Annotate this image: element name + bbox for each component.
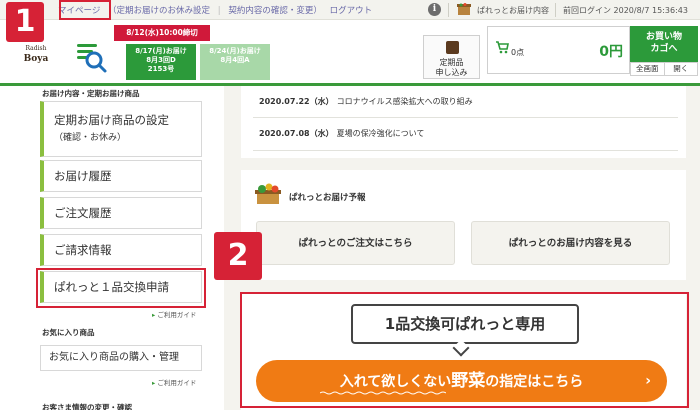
annotation-box-mypage bbox=[59, 0, 111, 20]
open-tab[interactable]: 開く bbox=[665, 63, 698, 75]
fullscreen-tab[interactable]: 全画面 bbox=[631, 63, 665, 75]
box-icon bbox=[446, 41, 459, 54]
sidebar-item-subscription-settings[interactable]: 定期お届け商品の設定 （確認・お休み） bbox=[40, 101, 202, 157]
sidebar-item-billing[interactable]: ご請求情報 bbox=[40, 234, 202, 266]
sidebar-item-favorites[interactable]: お気に入り商品の購入・管理 bbox=[40, 345, 202, 371]
guide-link-favorites[interactable]: ご利用ガイド bbox=[152, 377, 196, 387]
pallet-order-button[interactable]: ぱれっとのご注文はこちら bbox=[256, 221, 455, 265]
annotation-box-exchange bbox=[36, 268, 206, 308]
go-to-cart-button[interactable]: お買い物 カゴへ bbox=[630, 26, 698, 62]
delivery-slot-next[interactable]: 8/24(月)お届け 8月4回A bbox=[200, 44, 270, 80]
last-login: 前回ログイン 2020/8/7 15:36:43 bbox=[563, 6, 688, 15]
divider bbox=[555, 3, 556, 17]
holiday-settings-link[interactable]: （定期お届けのお休み設定 bbox=[108, 6, 210, 16]
news-item[interactable]: 2020.07.22（水） コロナウイルス感染拡大への取り組み bbox=[259, 96, 473, 107]
annotation-box-promo bbox=[240, 292, 689, 408]
step-badge-2: 2 bbox=[214, 232, 262, 280]
cart-view-tabs: 全画面 開く bbox=[630, 62, 698, 76]
palette-delivery-link[interactable]: ぱれっとお届け内容 bbox=[477, 5, 549, 16]
contract-link[interactable]: 契約内容の確認・変更） bbox=[228, 6, 322, 16]
vegetable-box-icon bbox=[255, 183, 281, 204]
news-item[interactable]: 2020.07.08（水） 夏場の保冷強化について bbox=[259, 128, 424, 139]
link-separator: | bbox=[217, 6, 221, 16]
delivery-slot-current[interactable]: 8/17(月)お届け 8月3回D 2153号 bbox=[126, 44, 196, 80]
subscription-apply-button[interactable]: 定期品 申し込み bbox=[423, 35, 480, 79]
palette-box-icon bbox=[457, 3, 471, 15]
sidebar-heading-customer-info: お客さま情報の変更・確認 bbox=[42, 403, 132, 410]
sidebar-item-delivery-history[interactable]: お届け履歴 bbox=[40, 160, 202, 192]
sidebar-heading-delivery: お届け内容・定期お届け商品 bbox=[42, 89, 140, 98]
sidebar-item-order-history[interactable]: ご注文履歴 bbox=[40, 197, 202, 229]
pallet-forecast-title: ぱれっとお届け予報 bbox=[289, 193, 366, 203]
guide-link[interactable]: ご利用ガイド bbox=[152, 309, 196, 319]
divider bbox=[448, 3, 449, 17]
order-deadline-banner: 8/12(水)10:00締切 bbox=[114, 25, 210, 41]
site-logo[interactable]: Radish Boya bbox=[16, 44, 56, 64]
news-divider bbox=[253, 117, 678, 118]
pallet-contents-button[interactable]: ぱれっとのお届け内容を見る bbox=[471, 221, 670, 265]
cart-points: 0点 bbox=[511, 48, 525, 57]
cart-total: 0円 bbox=[599, 44, 623, 60]
menu-search-icon[interactable] bbox=[74, 40, 108, 74]
news-divider bbox=[253, 150, 678, 151]
step-badge-1: 1 bbox=[6, 2, 44, 42]
cart-summary[interactable]: 0点 0円 bbox=[487, 26, 630, 74]
info-icon[interactable]: i bbox=[428, 3, 441, 16]
sidebar-heading-favorites: お気に入り商品 bbox=[42, 328, 95, 337]
cart-icon bbox=[496, 41, 509, 54]
logout-link[interactable]: ログアウト bbox=[330, 6, 373, 16]
